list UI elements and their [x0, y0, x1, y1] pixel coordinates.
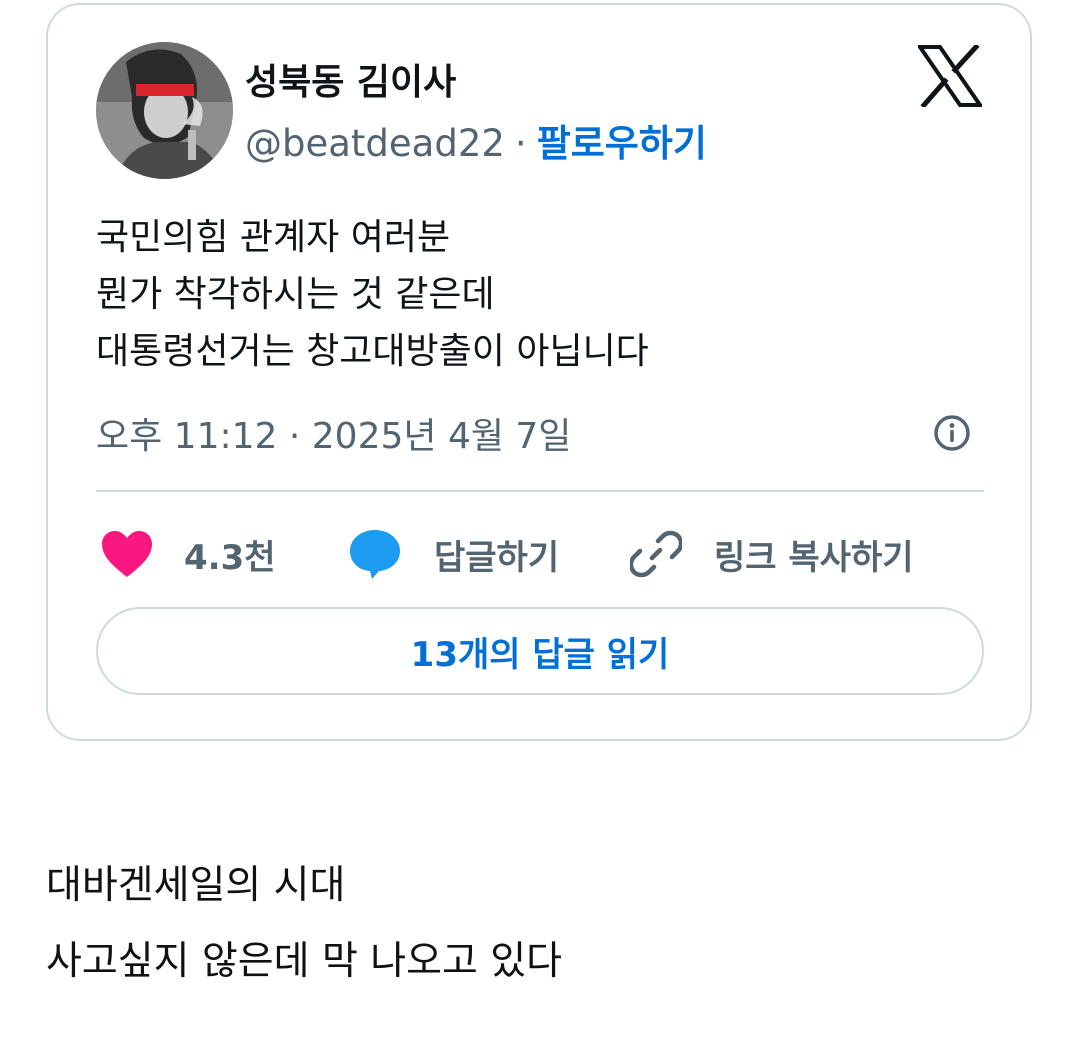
x-logo-icon[interactable]	[918, 45, 982, 107]
reply-button[interactable]: 답글하기	[348, 525, 559, 583]
like-count: 4.3천	[184, 537, 276, 578]
follow-button[interactable]: 팔로우하기	[537, 122, 707, 165]
display-name[interactable]: 성북동 김이사	[245, 53, 456, 105]
handle-row: @beatdead22 · 팔로우하기	[245, 113, 707, 167]
copy-link-label: 링크 복사하기	[714, 537, 914, 578]
tweet-text-line: 뭔가 착각하시는 것 같은데	[96, 274, 495, 315]
link-icon	[630, 530, 682, 578]
post-body: 대바겐세일의 시대 사고싶지 않은데 막 나오고 있다	[46, 848, 562, 1000]
post-body-line: 대바겐세일의 시대	[46, 863, 346, 908]
separator-dot: ·	[514, 122, 527, 165]
copy-link-button[interactable]: 링크 복사하기	[630, 525, 914, 583]
like-button[interactable]: 4.3천	[100, 525, 276, 583]
avatar[interactable]	[96, 42, 233, 179]
avatar-image	[96, 42, 233, 179]
tweet-embed-card: 성북동 김이사 @beatdead22 · 팔로우하기 국민의힘 관계자 여러분 뭔…	[46, 3, 1032, 741]
heart-icon	[102, 531, 152, 577]
read-replies-button[interactable]: 13개의 답글 읽기	[96, 607, 984, 695]
tweet-timestamp[interactable]: 오후 11:12 · 2025년 4월 7일	[96, 407, 571, 459]
post-body-line: 사고싶지 않은데 막 나오고 있다	[46, 939, 563, 984]
divider	[96, 490, 984, 492]
speech-bubble-icon	[350, 530, 400, 579]
tweet-text: 국민의힘 관계자 여러분 뭔가 착각하시는 것 같은데 대통령선거는 창고대방출…	[96, 209, 649, 380]
user-handle[interactable]: @beatdead22	[245, 122, 505, 165]
reply-label: 답글하기	[434, 537, 560, 578]
tweet-text-line: 국민의힘 관계자 여러분	[96, 217, 451, 258]
tweet-text-line: 대통령선거는 창고대방출이 아닙니다	[96, 331, 649, 372]
info-icon[interactable]	[932, 413, 972, 453]
